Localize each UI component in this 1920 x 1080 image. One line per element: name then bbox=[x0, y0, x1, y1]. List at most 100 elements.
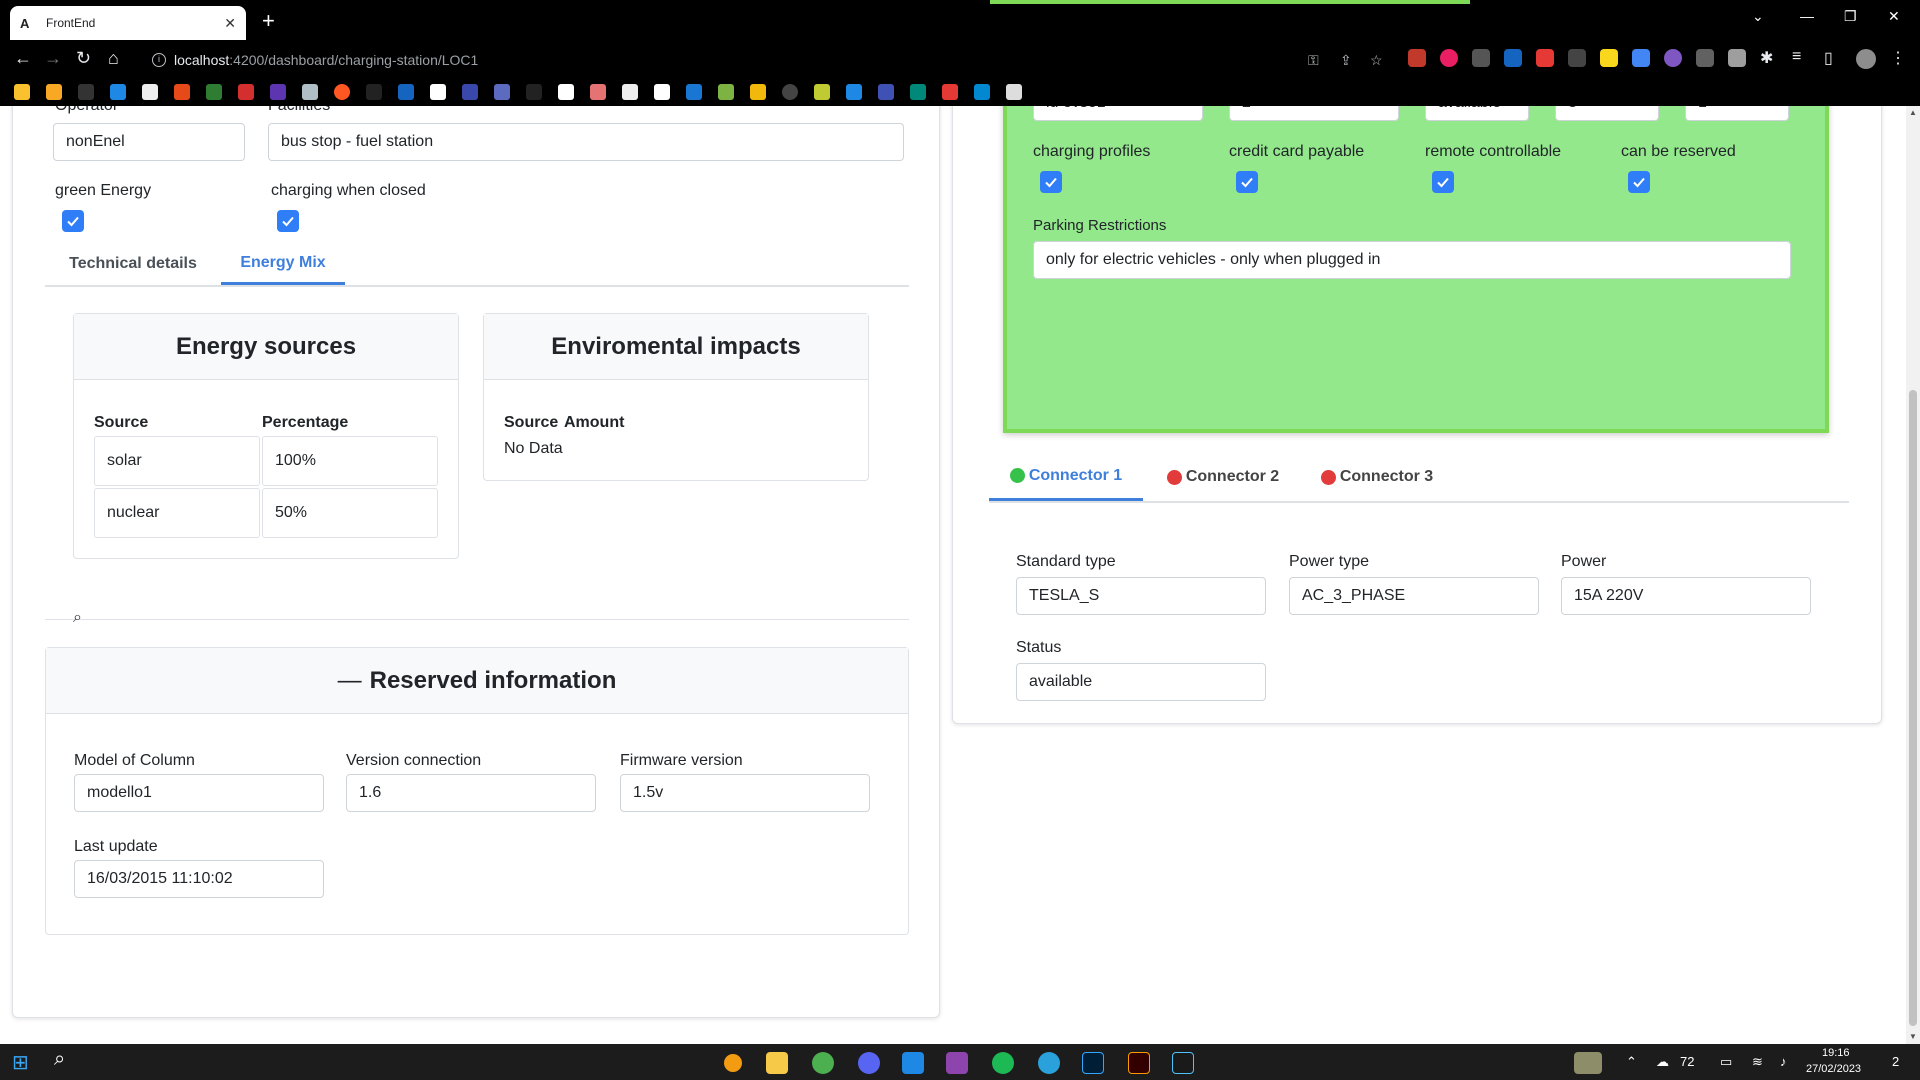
chevron-up-icon[interactable]: ⌃ bbox=[1626, 1054, 1637, 1070]
extension-icon[interactable] bbox=[1696, 49, 1714, 67]
restore-icon[interactable]: ❐ bbox=[1844, 8, 1857, 25]
app-icon[interactable] bbox=[1172, 1052, 1194, 1074]
tab-search-icon[interactable]: ⌄ bbox=[1752, 8, 1764, 25]
visual-studio-icon[interactable] bbox=[946, 1052, 968, 1074]
model-field[interactable]: modello1 bbox=[74, 774, 324, 812]
bookmark-icon[interactable] bbox=[750, 84, 766, 100]
can-be-reserved-checkbox[interactable] bbox=[1628, 171, 1650, 193]
operator-field[interactable]: nonEnel bbox=[53, 123, 245, 161]
extension-icon[interactable] bbox=[1600, 49, 1618, 67]
bookmark-icon[interactable] bbox=[174, 84, 190, 100]
charging-profiles-checkbox[interactable] bbox=[1040, 171, 1062, 193]
bookmark-icon[interactable] bbox=[366, 84, 382, 100]
bookmark-icon[interactable] bbox=[622, 84, 638, 100]
widget-thumbnail[interactable] bbox=[1574, 1052, 1602, 1074]
vscode-icon[interactable] bbox=[902, 1052, 924, 1074]
evse-field-2[interactable]: 2 bbox=[1229, 106, 1399, 121]
tab-connector-2[interactable]: Connector 2 bbox=[1153, 453, 1293, 501]
bookmark-icon[interactable] bbox=[430, 84, 446, 100]
battery-icon[interactable]: ▭ bbox=[1720, 1054, 1732, 1070]
wifi-icon[interactable]: ≋ bbox=[1752, 1054, 1763, 1070]
scroll-up-icon[interactable]: ▲ bbox=[1909, 108, 1917, 117]
browser-tab[interactable]: A FrontEnd ✕ bbox=[10, 6, 246, 40]
star-icon[interactable]: ☆ bbox=[1370, 52, 1383, 69]
tab-connector-3[interactable]: Connector 3 bbox=[1307, 453, 1447, 501]
status-field[interactable]: available bbox=[1016, 663, 1266, 701]
bookmark-icon[interactable] bbox=[494, 84, 510, 100]
spotify-icon[interactable] bbox=[992, 1052, 1014, 1074]
evse-field-5[interactable]: 1 bbox=[1685, 106, 1789, 121]
tab-connector-1[interactable]: Connector 1 bbox=[989, 453, 1143, 501]
extension-icon[interactable] bbox=[1408, 49, 1426, 67]
bookmark-icon[interactable] bbox=[846, 84, 862, 100]
bookmark-icon[interactable] bbox=[238, 84, 254, 100]
bookmark-icon[interactable] bbox=[334, 84, 350, 100]
version-field[interactable]: 1.6 bbox=[346, 774, 596, 812]
bookmark-icon[interactable] bbox=[974, 84, 990, 100]
bookmark-icon[interactable] bbox=[110, 84, 126, 100]
bookmark-icon[interactable] bbox=[302, 84, 318, 100]
clock-time[interactable]: 19:16 bbox=[1822, 1047, 1850, 1059]
illustrator-icon[interactable] bbox=[1128, 1052, 1150, 1074]
power-field[interactable]: 15A 220V bbox=[1561, 577, 1811, 615]
bookmark-icon[interactable] bbox=[526, 84, 542, 100]
search-icon[interactable]: ⌕ bbox=[73, 609, 82, 627]
bookmark-icon[interactable] bbox=[78, 84, 94, 100]
windows-start-icon[interactable]: ⊞ bbox=[12, 1050, 29, 1075]
weather-icon[interactable]: ☁ bbox=[1656, 1054, 1669, 1070]
volume-icon[interactable]: ♪ bbox=[1780, 1054, 1787, 1069]
parking-restrictions-field[interactable]: only for electric vehicles - only when p… bbox=[1033, 241, 1791, 279]
reload-icon[interactable]: ↻ bbox=[76, 48, 91, 69]
key-icon[interactable]: ⚿ bbox=[1308, 52, 1319, 69]
remote-controllable-checkbox[interactable] bbox=[1432, 171, 1454, 193]
tab-technical-details[interactable]: Technical details bbox=[53, 243, 213, 285]
tab-energy-mix[interactable]: Energy Mix bbox=[221, 243, 345, 285]
notifications-badge[interactable]: 2 bbox=[1892, 1054, 1899, 1069]
scroll-thumb[interactable] bbox=[1909, 390, 1917, 1026]
bookmark-icon[interactable] bbox=[270, 84, 286, 100]
firmware-field[interactable]: 1.5v bbox=[620, 774, 870, 812]
bookmark-icon[interactable] bbox=[1006, 84, 1022, 100]
power-type-field[interactable]: AC_3_PHASE bbox=[1289, 577, 1539, 615]
minimize-icon[interactable]: — bbox=[1800, 8, 1814, 24]
menu-icon[interactable]: ⋮ bbox=[1890, 48, 1906, 68]
extension-icon[interactable] bbox=[1440, 49, 1458, 67]
last-update-field[interactable]: 16/03/2015 11:10:02 bbox=[74, 860, 324, 898]
side-panel-icon[interactable]: ▯ bbox=[1824, 48, 1833, 68]
photoshop-icon[interactable] bbox=[1082, 1052, 1104, 1074]
extensions-puzzle-icon[interactable]: ✱ bbox=[1760, 48, 1773, 68]
home-icon[interactable]: ⌂ bbox=[108, 48, 119, 69]
new-tab-button[interactable]: + bbox=[262, 8, 275, 34]
extension-icon[interactable] bbox=[1664, 49, 1682, 67]
collapse-icon[interactable]: — bbox=[338, 667, 362, 695]
charging-closed-checkbox[interactable] bbox=[277, 210, 299, 232]
bookmark-icon[interactable] bbox=[878, 84, 894, 100]
bookmark-icon[interactable] bbox=[558, 84, 574, 100]
reading-list-icon[interactable]: ≡ bbox=[1792, 48, 1801, 66]
bookmark-icon[interactable] bbox=[782, 84, 798, 100]
bookmark-icon[interactable] bbox=[654, 84, 670, 100]
extension-icon[interactable] bbox=[1472, 49, 1490, 67]
profile-avatar[interactable] bbox=[1856, 49, 1876, 69]
extension-icon[interactable] bbox=[1728, 49, 1746, 67]
bookmark-icon[interactable] bbox=[814, 84, 830, 100]
extension-icon[interactable] bbox=[1504, 49, 1522, 67]
close-tab-icon[interactable]: ✕ bbox=[224, 15, 236, 32]
bookmark-icon[interactable] bbox=[398, 84, 414, 100]
forward-icon[interactable]: → bbox=[44, 48, 62, 69]
bookmark-icon[interactable] bbox=[462, 84, 478, 100]
clock-date[interactable]: 27/02/2023 bbox=[1806, 1063, 1861, 1075]
discord-icon[interactable] bbox=[858, 1052, 880, 1074]
bookmark-icon[interactable] bbox=[46, 84, 62, 100]
back-icon[interactable]: ← bbox=[14, 48, 32, 69]
evse-field-4[interactable]: 3 bbox=[1555, 106, 1659, 121]
bookmark-icon[interactable] bbox=[142, 84, 158, 100]
bookmark-icon[interactable] bbox=[206, 84, 222, 100]
bookmark-icon[interactable] bbox=[718, 84, 734, 100]
chrome-icon[interactable] bbox=[812, 1052, 834, 1074]
facilities-field[interactable]: bus stop - fuel station bbox=[268, 123, 904, 161]
close-window-icon[interactable]: ✕ bbox=[1888, 8, 1900, 25]
extension-icon[interactable] bbox=[1632, 49, 1650, 67]
bookmark-icon[interactable] bbox=[14, 84, 30, 100]
reserved-header[interactable]: — Reserved information bbox=[46, 648, 908, 714]
